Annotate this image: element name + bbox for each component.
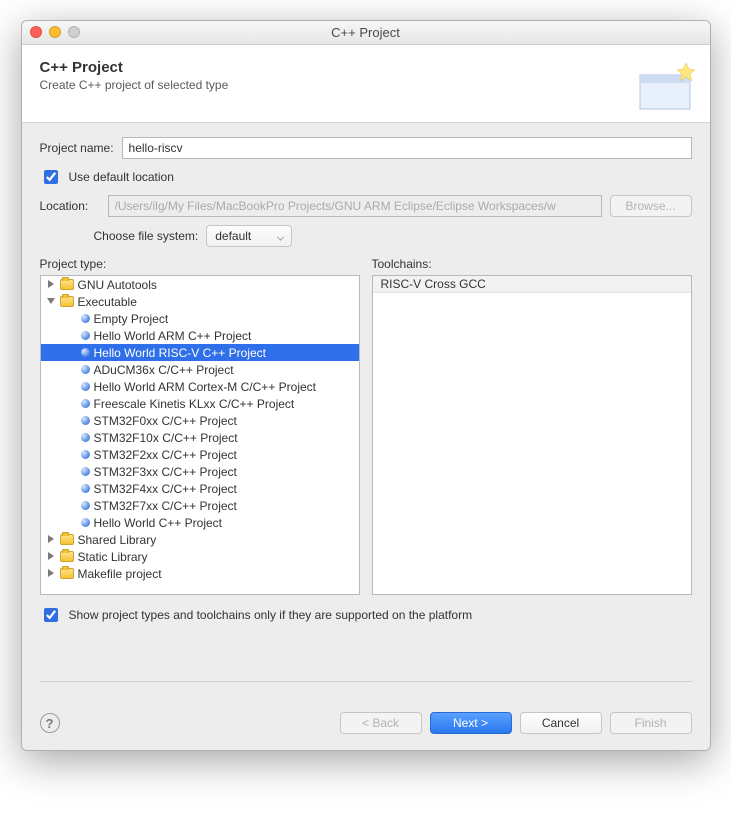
filter-supported-checkbox[interactable] bbox=[44, 608, 58, 622]
tree-item[interactable]: STM32F4xx C/C++ Project bbox=[41, 480, 359, 497]
wizard-banner-icon bbox=[636, 55, 700, 115]
disclosure-icon[interactable] bbox=[47, 297, 56, 306]
footer-divider bbox=[40, 681, 692, 682]
tree-item-label: Hello World C++ Project bbox=[94, 516, 223, 530]
folder-icon bbox=[60, 534, 74, 545]
tree-item-label: Hello World ARM Cortex-M C/C++ Project bbox=[94, 380, 317, 394]
window-controls bbox=[30, 26, 80, 38]
choose-fs-select[interactable]: default bbox=[206, 225, 292, 247]
disclosure-icon[interactable] bbox=[47, 552, 56, 561]
tree-item[interactable]: Empty Project bbox=[41, 310, 359, 327]
template-icon bbox=[81, 331, 90, 340]
tree-item-label: STM32F10x C/C++ Project bbox=[94, 431, 238, 445]
template-icon bbox=[81, 416, 90, 425]
wizard-footer: ? < Back Next > Cancel Finish bbox=[22, 702, 710, 750]
tree-item-label: STM32F4xx C/C++ Project bbox=[94, 482, 237, 496]
tree-category[interactable]: Shared Library bbox=[41, 531, 359, 548]
tree-item-label: Executable bbox=[78, 295, 137, 309]
template-icon bbox=[81, 348, 90, 357]
tree-item[interactable]: STM32F0xx C/C++ Project bbox=[41, 412, 359, 429]
tree-item[interactable]: Hello World RISC-V C++ Project bbox=[41, 344, 359, 361]
tree-item-label: STM32F2xx C/C++ Project bbox=[94, 448, 237, 462]
wizard-header: C++ Project Create C++ project of select… bbox=[22, 45, 710, 123]
filter-supported-label: Show project types and toolchains only i… bbox=[69, 608, 473, 622]
template-icon bbox=[81, 365, 90, 374]
tree-item-label: Shared Library bbox=[78, 533, 157, 547]
tree-item-label: Freescale Kinetis KLxx C/C++ Project bbox=[94, 397, 295, 411]
tree-item-label: Hello World RISC-V C++ Project bbox=[94, 346, 267, 360]
tree-item-label: GNU Autotools bbox=[78, 278, 157, 292]
project-name-input[interactable] bbox=[122, 137, 692, 159]
tree-item[interactable]: Hello World ARM C++ Project bbox=[41, 327, 359, 344]
next-button[interactable]: Next > bbox=[430, 712, 512, 734]
wizard-body: Project name: Use default location Locat… bbox=[22, 123, 710, 702]
template-icon bbox=[81, 314, 90, 323]
tree-item[interactable]: STM32F3xx C/C++ Project bbox=[41, 463, 359, 480]
tree-category[interactable]: Static Library bbox=[41, 548, 359, 565]
project-name-label: Project name: bbox=[40, 141, 114, 155]
browse-button: Browse... bbox=[610, 195, 692, 217]
toolchain-item[interactable]: RISC-V Cross GCC bbox=[373, 276, 691, 293]
tree-item[interactable]: Hello World ARM Cortex-M C/C++ Project bbox=[41, 378, 359, 395]
help-icon[interactable]: ? bbox=[40, 713, 60, 733]
toolchains-label: Toolchains: bbox=[372, 257, 692, 271]
template-icon bbox=[81, 382, 90, 391]
page-subtitle: Create C++ project of selected type bbox=[40, 78, 692, 92]
tree-item-label: STM32F0xx C/C++ Project bbox=[94, 414, 237, 428]
tree-item-label: ADuCM36x C/C++ Project bbox=[94, 363, 234, 377]
tree-category[interactable]: Makefile project bbox=[41, 565, 359, 582]
template-icon bbox=[81, 450, 90, 459]
minimize-icon[interactable] bbox=[49, 26, 61, 38]
page-title: C++ Project bbox=[40, 59, 692, 76]
tree-item[interactable]: STM32F2xx C/C++ Project bbox=[41, 446, 359, 463]
toolchain-label: RISC-V Cross GCC bbox=[381, 277, 486, 291]
tree-item-label: Hello World ARM C++ Project bbox=[94, 329, 252, 343]
tree-item-label: Makefile project bbox=[78, 567, 162, 581]
tree-item[interactable]: Freescale Kinetis KLxx C/C++ Project bbox=[41, 395, 359, 412]
template-icon bbox=[81, 433, 90, 442]
folder-icon bbox=[60, 279, 74, 290]
use-default-location-label: Use default location bbox=[69, 170, 174, 184]
disclosure-icon[interactable] bbox=[47, 535, 56, 544]
template-icon bbox=[81, 518, 90, 527]
choose-fs-value: default bbox=[215, 229, 251, 243]
tree-category[interactable]: Executable bbox=[41, 293, 359, 310]
tree-category[interactable]: GNU Autotools bbox=[41, 276, 359, 293]
template-icon bbox=[81, 399, 90, 408]
finish-button: Finish bbox=[610, 712, 692, 734]
back-button: < Back bbox=[340, 712, 422, 734]
folder-icon bbox=[60, 296, 74, 307]
window-title: C++ Project bbox=[331, 25, 400, 40]
tree-item-label: Empty Project bbox=[94, 312, 169, 326]
tree-item[interactable]: Hello World C++ Project bbox=[41, 514, 359, 531]
folder-icon bbox=[60, 568, 74, 579]
cancel-button[interactable]: Cancel bbox=[520, 712, 602, 734]
close-icon[interactable] bbox=[30, 26, 42, 38]
folder-icon bbox=[60, 551, 74, 562]
location-input bbox=[108, 195, 602, 217]
tree-item-label: Static Library bbox=[78, 550, 148, 564]
location-label: Location: bbox=[40, 199, 100, 213]
titlebar: C++ Project bbox=[22, 21, 710, 45]
disclosure-icon[interactable] bbox=[47, 280, 56, 289]
zoom-icon[interactable] bbox=[68, 26, 80, 38]
template-icon bbox=[81, 501, 90, 510]
choose-fs-label: Choose file system: bbox=[94, 229, 199, 243]
tree-item[interactable]: ADuCM36x C/C++ Project bbox=[41, 361, 359, 378]
project-type-tree[interactable]: GNU Autotools Executable Empty Project Hell… bbox=[40, 275, 360, 595]
tree-item-label: STM32F3xx C/C++ Project bbox=[94, 465, 237, 479]
disclosure-icon[interactable] bbox=[47, 569, 56, 578]
toolchains-list[interactable]: RISC-V Cross GCC bbox=[372, 275, 692, 595]
project-type-label: Project type: bbox=[40, 257, 360, 271]
tree-item[interactable]: STM32F7xx C/C++ Project bbox=[41, 497, 359, 514]
tree-item[interactable]: STM32F10x C/C++ Project bbox=[41, 429, 359, 446]
template-icon bbox=[81, 484, 90, 493]
template-icon bbox=[81, 467, 90, 476]
use-default-location-checkbox[interactable] bbox=[44, 170, 58, 184]
wizard-window: C++ Project C++ Project Create C++ proje… bbox=[21, 20, 711, 751]
tree-item-label: STM32F7xx C/C++ Project bbox=[94, 499, 237, 513]
